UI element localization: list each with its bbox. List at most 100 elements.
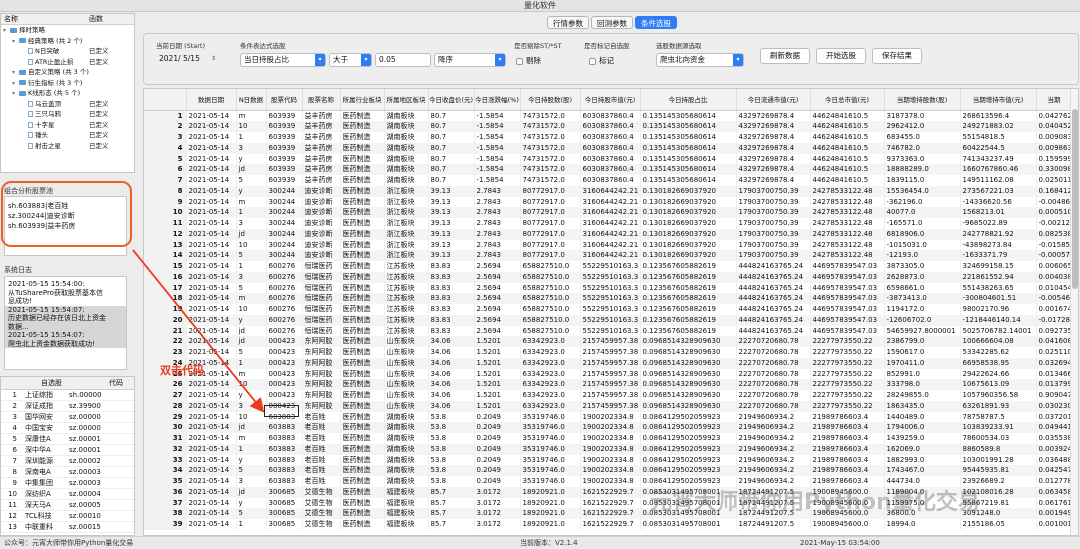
table-cell[interactable]: 2157459957.38 bbox=[580, 400, 641, 412]
table-cell[interactable]: 2021-05-14 bbox=[186, 390, 237, 401]
table-cell[interactable]: 2021-05-14 bbox=[186, 519, 237, 530]
tree-item[interactable]: ▾ 衍生指标 (共 3 个) bbox=[1, 78, 134, 89]
table-cell[interactable]: 0.0251101 bbox=[1036, 347, 1073, 358]
table-cell[interactable]: 1970411.0 bbox=[884, 357, 961, 369]
tree-item[interactable]: 乌云盖顶 已定义 bbox=[1, 99, 134, 110]
table-cell[interactable]: 益丰药房 bbox=[302, 164, 341, 175]
table-cell[interactable]: 39.13 bbox=[428, 185, 475, 197]
row-header[interactable]: 14 bbox=[144, 250, 187, 261]
table-cell[interactable]: 22277973550.22 bbox=[810, 347, 885, 358]
table-cell[interactable]: jd bbox=[236, 228, 267, 240]
table-cell[interactable]: 43297269878.4 bbox=[736, 164, 811, 175]
table-cell[interactable]: 10 bbox=[236, 121, 267, 132]
tree-item[interactable]: ▾ 经典策略 (共 2 个) bbox=[1, 36, 134, 47]
table-cell[interactable]: 21989786603.4 bbox=[810, 443, 885, 455]
table-cell[interactable]: -14336620.56 bbox=[960, 196, 1037, 208]
table-cell[interactable]: 300244 bbox=[266, 250, 303, 261]
table-cell[interactable]: 2021-05-14 bbox=[186, 422, 237, 433]
table-cell[interactable]: 江苏板块 bbox=[384, 325, 429, 337]
table-cell[interactable]: 0.2049 bbox=[474, 465, 521, 476]
table-cell[interactable]: 000423 bbox=[266, 368, 303, 380]
table-cell[interactable]: 2021-05-14 bbox=[186, 411, 237, 423]
table-cell[interactable]: 3 bbox=[236, 142, 267, 154]
table-cell[interactable]: 6030837860.4 bbox=[580, 110, 641, 122]
table-cell[interactable]: 2021-05-14 bbox=[186, 347, 237, 358]
table-cell[interactable]: 0.130182669037920 bbox=[640, 228, 737, 240]
table-cell[interactable]: -0.0021287 bbox=[1036, 218, 1073, 229]
table-cell[interactable]: 湖南板块 bbox=[384, 110, 429, 122]
table-cell[interactable]: 10 bbox=[236, 239, 267, 251]
table-cell[interactable]: 0.2049 bbox=[474, 476, 521, 487]
table-cell[interactable]: 东阿阿胶 bbox=[302, 336, 341, 347]
table-cell[interactable]: 43297269878.4 bbox=[736, 132, 811, 143]
table-cell[interactable]: 39.13 bbox=[428, 250, 475, 261]
table-cell[interactable]: 0.130182669037920 bbox=[640, 196, 737, 208]
table-cell[interactable]: 2021-05-14 bbox=[186, 239, 237, 251]
table-cell[interactable]: 80772917.0 bbox=[520, 250, 581, 261]
row-header[interactable]: 35 bbox=[144, 476, 187, 487]
table-cell[interactable]: 3160644242.21 bbox=[580, 196, 641, 208]
row-header[interactable]: 21 bbox=[144, 325, 187, 337]
table-cell[interactable]: 80.7 bbox=[428, 153, 475, 165]
table-cell[interactable]: 444824163765.24 bbox=[736, 282, 811, 294]
table-cell[interactable]: 迪安诊断 bbox=[302, 185, 341, 197]
table-cell[interactable]: 446957839547.03 bbox=[810, 271, 885, 283]
table-cell[interactable]: 10 bbox=[236, 411, 267, 423]
table-cell[interactable]: 益丰药房 bbox=[302, 153, 341, 165]
table-cell[interactable]: 0.0127783 bbox=[1036, 476, 1073, 487]
table-cell[interactable]: 艾德生物 bbox=[302, 519, 341, 530]
table-cell[interactable]: 2021-05-14 bbox=[186, 314, 237, 326]
table-cell[interactable]: 98002170.96 bbox=[960, 304, 1037, 315]
watchlist-row[interactable]: 12 TCL科技 sz.00010 bbox=[1, 511, 134, 522]
table-cell[interactable]: 0.0104545 bbox=[1036, 282, 1073, 294]
table-cell[interactable]: 益丰药房 bbox=[302, 121, 341, 132]
table-cell[interactable]: 683455.0 bbox=[884, 132, 961, 143]
table-cell[interactable]: 22270720680.78 bbox=[736, 368, 811, 380]
table-cell[interactable]: 268613596.4 bbox=[960, 110, 1037, 122]
table-cell[interactable]: 2021-05-14 bbox=[186, 336, 237, 347]
table-cell[interactable]: 2157459957.38 bbox=[580, 357, 641, 369]
column-header[interactable]: 股票名称 bbox=[302, 89, 341, 111]
table-cell[interactable]: 1 bbox=[236, 132, 267, 143]
table-cell[interactable]: 35319746.0 bbox=[520, 476, 581, 487]
table-cell[interactable]: 55229510163.3 bbox=[580, 282, 641, 294]
table-cell[interactable]: 2962412.0 bbox=[884, 121, 961, 132]
table-cell[interactable]: 53.8 bbox=[428, 465, 475, 476]
table-cell[interactable]: 2.5694 bbox=[474, 325, 521, 337]
table-cell[interactable]: 18724491207.5 bbox=[736, 519, 811, 530]
table-cell[interactable]: 3.0172 bbox=[474, 508, 521, 519]
table-cell[interactable]: 2386799.0 bbox=[884, 336, 961, 347]
table-cell[interactable]: 2628873.0 bbox=[884, 271, 961, 283]
table-cell[interactable]: 242778821.92 bbox=[960, 228, 1037, 240]
table-cell[interactable]: jd bbox=[236, 325, 267, 337]
column-header[interactable] bbox=[144, 89, 187, 111]
table-cell[interactable]: 53.8 bbox=[428, 454, 475, 466]
table-cell[interactable]: 0.0372010 bbox=[1036, 411, 1073, 423]
table-cell[interactable]: 2021-05-14 bbox=[186, 400, 237, 412]
table-cell[interactable]: 603939 bbox=[266, 153, 303, 165]
table-cell[interactable]: 恒瑞医药 bbox=[302, 271, 341, 283]
table-cell[interactable]: 0.130182669037920 bbox=[640, 185, 737, 197]
row-header[interactable]: 38 bbox=[144, 508, 187, 519]
table-cell[interactable]: 山东板块 bbox=[384, 379, 429, 390]
table-cell[interactable]: 0.0016747 bbox=[1036, 304, 1073, 315]
table-row[interactable]: 11 2021-05-14 3 300244 迪安诊断 医药制造 浙江板块 39.13 2.78… bbox=[144, 218, 1073, 229]
table-cell[interactable]: 444824163765.24 bbox=[736, 271, 811, 283]
table-cell[interactable]: 63342923.0 bbox=[520, 347, 581, 358]
table-cell[interactable]: 2021-05-14 bbox=[186, 443, 237, 455]
date-picker[interactable]: 2021/ 5/15 ⇕ bbox=[156, 53, 218, 67]
table-row[interactable]: 30 2021-05-14 jd 603883 老百姓 医药制造 湖南板块 53.8 0.204… bbox=[144, 422, 1073, 433]
table-cell[interactable]: 江苏板块 bbox=[384, 293, 429, 304]
table-row[interactable]: 12 2021-05-14 jd 300244 迪安诊断 医药制造 浙江板块 39.13 2.7… bbox=[144, 228, 1073, 240]
table-cell[interactable]: 85.7 bbox=[428, 508, 475, 519]
table-cell[interactable]: 艾德生物 bbox=[302, 508, 341, 519]
table-cell[interactable]: 55229510163.3 bbox=[580, 261, 641, 272]
table-cell[interactable]: 0.0968514328909630 bbox=[640, 336, 737, 347]
table-cell[interactable]: 74731572.0 bbox=[520, 121, 581, 132]
table-cell[interactable]: 0.2049 bbox=[474, 433, 521, 444]
table-cell[interactable]: 0.0634581 bbox=[1036, 486, 1073, 498]
table-cell[interactable]: 1.5201 bbox=[474, 357, 521, 369]
table-cell[interactable]: 21949606934.2 bbox=[736, 422, 811, 433]
table-cell[interactable]: 18920921.0 bbox=[520, 486, 581, 498]
table-cell[interactable]: 1621522929.7 bbox=[580, 519, 641, 530]
